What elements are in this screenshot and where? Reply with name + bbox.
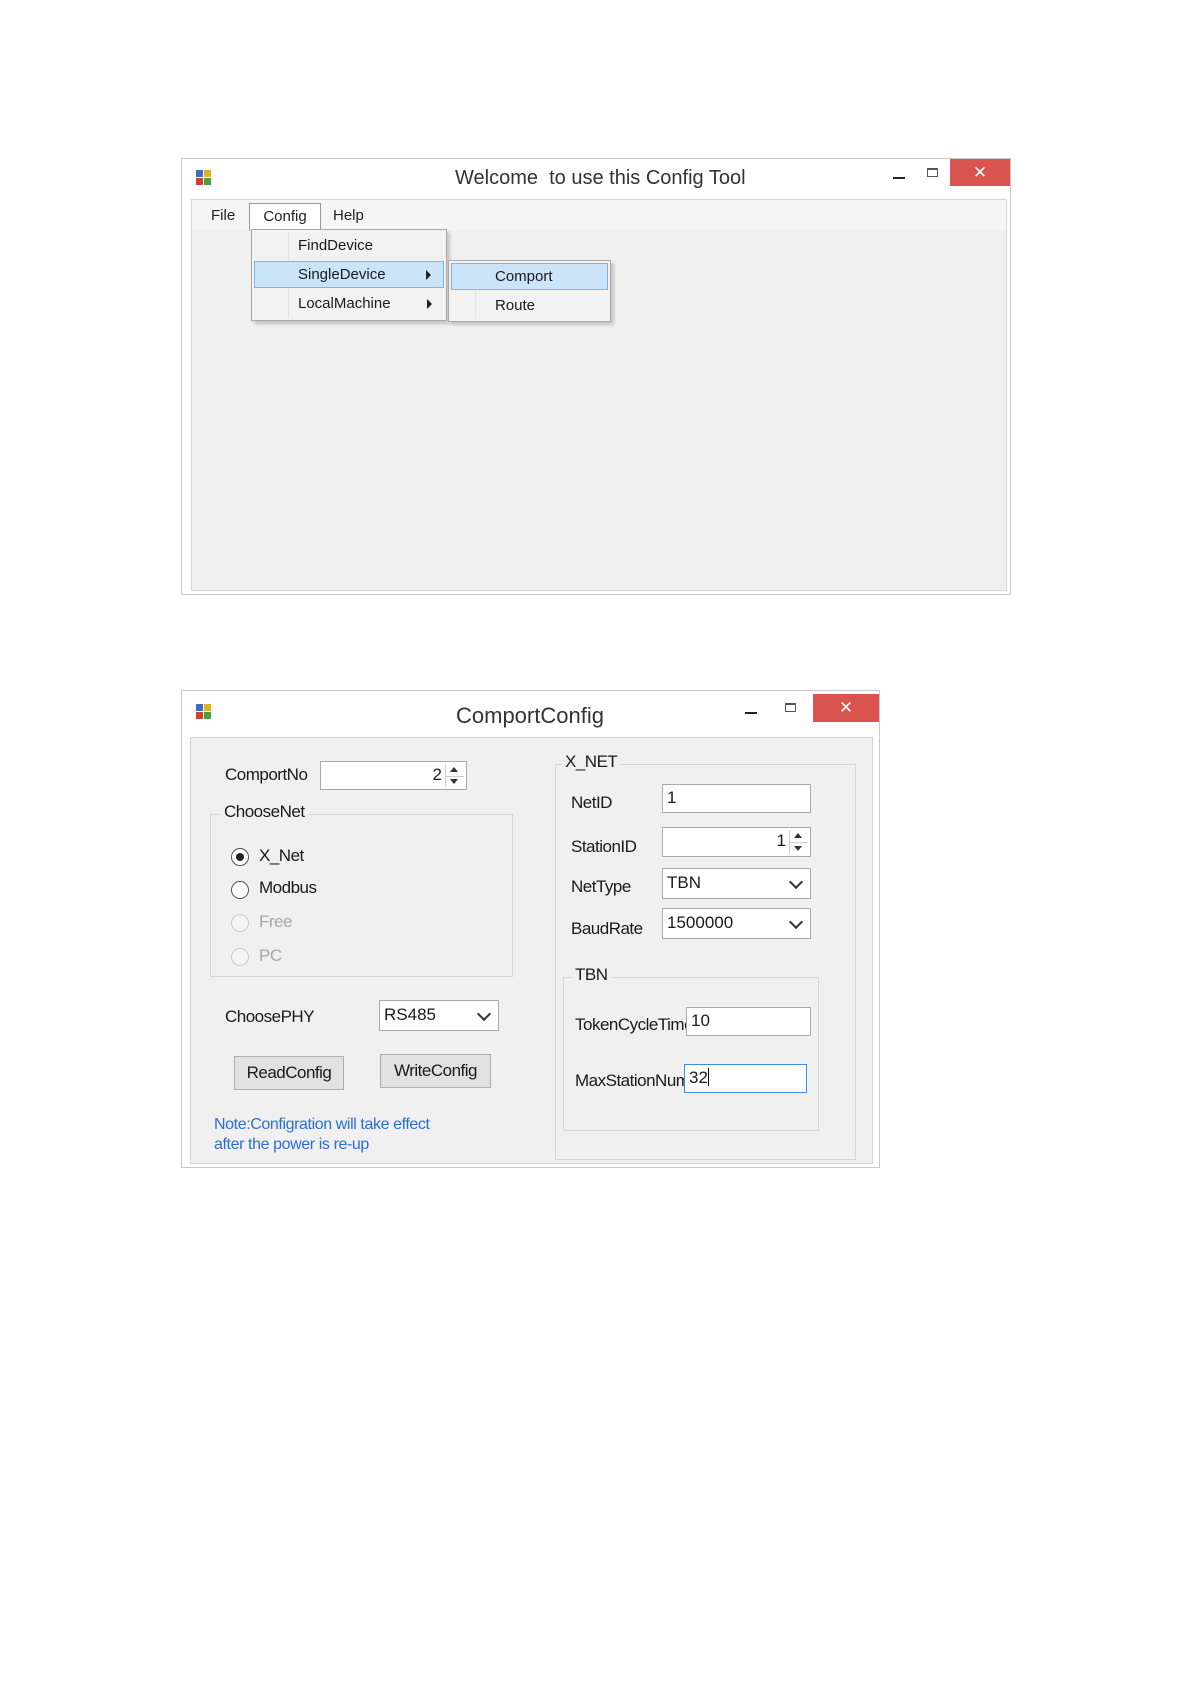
title-bar[interactable]: Welcome to use this Config Tool ✕ (182, 159, 1010, 197)
close-button[interactable]: ✕ (950, 159, 1010, 186)
radio-selected-dot (236, 853, 244, 861)
stationid-label: StationID (571, 837, 637, 856)
maximize-icon (927, 168, 938, 177)
window-title: Welcome to use this Config Tool (455, 167, 746, 189)
maxstationnum-label: MaxStationNum (575, 1071, 690, 1090)
comport-label: ComportNo (225, 765, 308, 784)
note-text: Note:Configration will take effect after… (214, 1115, 430, 1155)
minimize-button[interactable] (745, 712, 757, 716)
read-config-button[interactable]: ReadConfig (234, 1056, 344, 1090)
nettype-select-value: TBN (667, 873, 701, 892)
submenu-arrow-icon (426, 270, 431, 280)
comport-config-window: ComportConfig ✕ ComportNo 2 ChooseNet X_… (181, 690, 880, 1168)
radio-pc-label: PC (259, 946, 282, 965)
chevron-down-icon (476, 1006, 492, 1022)
maximize-button[interactable] (927, 168, 938, 177)
phy-select[interactable]: RS485 (379, 1000, 499, 1031)
menu-item-singledevice[interactable]: SingleDevice (254, 261, 444, 288)
menu-item-label: Route (495, 297, 536, 314)
app-icon (196, 170, 212, 186)
tbn-title: TBN (572, 965, 611, 985)
config-client-area: ComportNo 2 ChooseNet X_Net Modbus Free … (190, 737, 873, 1164)
tokencycletime-label: TokenCycleTime (575, 1015, 694, 1034)
baudrate-label: BaudRate (571, 919, 643, 938)
menu-item-localmachine[interactable]: LocalMachine (254, 290, 444, 317)
spin-up-icon[interactable] (450, 767, 458, 772)
baudrate-select-value: 1500000 (667, 913, 734, 932)
radio-free-label: Free (259, 912, 292, 931)
chevron-down-icon (788, 914, 804, 930)
radio-free (231, 914, 249, 932)
window-title: ComportConfig (456, 703, 604, 728)
minimize-button[interactable] (893, 177, 905, 181)
choosenet-group: ChooseNet X_Net Modbus Free PC (210, 802, 513, 977)
netid-input[interactable]: 1 (662, 784, 811, 813)
spin-down-icon[interactable] (450, 779, 458, 784)
radio-xnet[interactable] (231, 848, 249, 866)
note-line-1: Note:Configration will take effect (214, 1116, 430, 1133)
stepper-buttons[interactable] (445, 764, 464, 787)
radio-pc (231, 948, 249, 966)
xnet-title: X_NET (562, 752, 621, 772)
menu-item-comport[interactable]: Comport (451, 263, 608, 290)
tokencycletime-input[interactable]: 10 (686, 1007, 811, 1036)
tbn-group: TBN TokenCycleTime 10 MaxStationNum 32 (563, 965, 819, 1131)
config-tool-window: Welcome to use this Config Tool ✕ File C… (181, 158, 1011, 595)
maximize-button[interactable] (785, 703, 796, 712)
menu-item-route[interactable]: Route (451, 292, 608, 319)
spin-up-icon[interactable] (794, 833, 802, 838)
maxstationnum-value: 32 (689, 1068, 708, 1087)
nettype-select[interactable]: TBN (662, 868, 811, 899)
close-icon: ✕ (972, 163, 988, 182)
title-bar[interactable]: ComportConfig ✕ (182, 691, 879, 735)
maxstationnum-input[interactable]: 32 (684, 1064, 807, 1093)
menu-item-label: FindDevice (298, 237, 374, 254)
nettype-label: NetType (571, 877, 631, 896)
minimize-icon (893, 177, 905, 179)
close-icon: ✕ (838, 698, 854, 717)
text-caret (707, 1068, 709, 1086)
menu-file[interactable]: File (211, 207, 235, 224)
app-icon (196, 704, 212, 720)
radio-modbus[interactable] (231, 881, 249, 899)
submenu-arrow-icon (427, 299, 432, 309)
menu-item-label: Comport (495, 268, 553, 285)
menu-bar: File Config Help (192, 200, 1006, 231)
chevron-down-icon (788, 874, 804, 890)
menu-help[interactable]: Help (333, 207, 364, 224)
menu-config[interactable]: Config (249, 203, 321, 231)
close-button[interactable]: ✕ (813, 694, 879, 722)
menu-item-label: SingleDevice (298, 266, 386, 283)
baudrate-select[interactable]: 1500000 (662, 908, 811, 939)
choosenet-title: ChooseNet (221, 802, 308, 822)
radio-xnet-label[interactable]: X_Net (259, 846, 304, 866)
write-config-button[interactable]: WriteConfig (380, 1054, 491, 1088)
stationid-value: 1 (776, 831, 786, 850)
stepper-buttons[interactable] (789, 830, 808, 854)
comport-stepper[interactable]: 2 (320, 761, 467, 790)
stationid-stepper[interactable]: 1 (662, 827, 811, 857)
minimize-icon (745, 712, 757, 714)
maximize-icon (785, 703, 796, 712)
comport-value: 2 (432, 765, 442, 784)
phy-select-value: RS485 (384, 1005, 436, 1024)
radio-modbus-label[interactable]: Modbus (259, 878, 317, 898)
netid-label: NetID (571, 793, 612, 812)
spin-down-icon[interactable] (794, 846, 802, 851)
note-line-2: after the power is re-up (214, 1136, 369, 1153)
menu-item-finddevice[interactable]: FindDevice (254, 232, 444, 259)
menu-item-label: LocalMachine (298, 295, 391, 312)
xnet-group: X_NET NetID 1 StationID 1 NetType TBN Ba… (555, 752, 856, 1160)
config-dropdown: FindDevice SingleDevice LocalMachine (251, 229, 447, 321)
singledevice-submenu: Comport Route (448, 260, 611, 322)
choosephy-label: ChoosePHY (225, 1007, 315, 1026)
